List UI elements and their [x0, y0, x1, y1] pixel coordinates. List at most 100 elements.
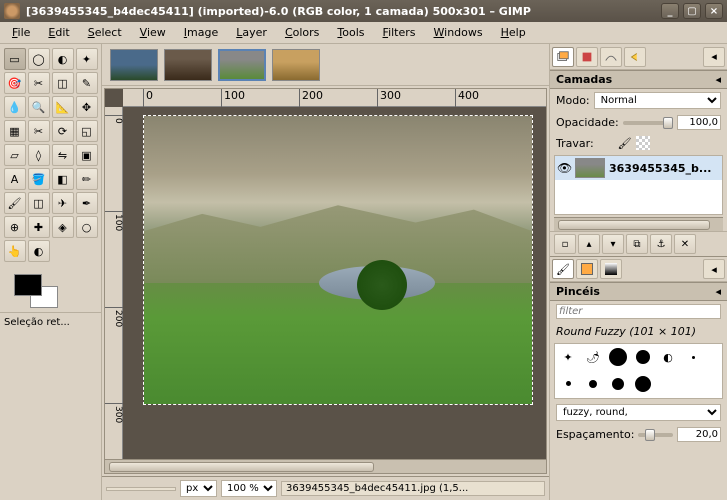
tool-ink[interactable]: ✒: [76, 192, 98, 214]
lower-layer-button[interactable]: ▾: [602, 234, 624, 254]
tab-paths-icon[interactable]: [600, 47, 622, 67]
menu-file[interactable]: File: [4, 24, 38, 41]
tool-cage[interactable]: ▣: [76, 144, 98, 166]
brush-small[interactable]: [557, 373, 579, 395]
tool-color-picker[interactable]: 💧: [4, 96, 26, 118]
brush-big[interactable]: [607, 373, 629, 395]
layer-row[interactable]: 👁 3639455345_b...: [555, 156, 722, 180]
anchor-layer-button[interactable]: ⚓: [650, 234, 672, 254]
lock-pixels-icon[interactable]: 🖌: [618, 137, 632, 150]
panel-menu-icon[interactable]: ◂: [703, 47, 725, 67]
menu-colors[interactable]: Colors: [277, 24, 327, 41]
foreground-color[interactable]: [14, 274, 42, 296]
tool-eraser[interactable]: ◫: [28, 192, 50, 214]
opacity-value[interactable]: [677, 115, 721, 130]
brush-pepper[interactable]: 🌶: [582, 346, 604, 368]
tool-heal[interactable]: ✚: [28, 216, 50, 238]
new-layer-button[interactable]: ▫: [554, 234, 576, 254]
thumb-1[interactable]: [110, 49, 158, 81]
layer-scroll[interactable]: [554, 217, 723, 231]
tool-measure[interactable]: 📐: [52, 96, 74, 118]
tool-blend[interactable]: ◧: [52, 168, 74, 190]
tool-shear[interactable]: ▱: [4, 144, 26, 166]
menu-layer[interactable]: Layer: [228, 24, 275, 41]
tool-text[interactable]: A: [4, 168, 26, 190]
visibility-icon[interactable]: 👁: [557, 161, 571, 175]
tool-align[interactable]: ▦: [4, 120, 26, 142]
tool-clone[interactable]: ⊕: [4, 216, 26, 238]
scrollbar-h[interactable]: [105, 459, 546, 473]
layer-name[interactable]: 3639455345_b...: [609, 162, 711, 175]
brush-panel-menu-icon[interactable]: ◂: [703, 259, 725, 279]
tab-gradients-icon[interactable]: [600, 259, 622, 279]
close-button[interactable]: ×: [705, 3, 723, 19]
menu-view[interactable]: View: [132, 24, 174, 41]
menu-windows[interactable]: Windows: [426, 24, 491, 41]
delete-layer-button[interactable]: ✕: [674, 234, 696, 254]
menu-edit[interactable]: Edit: [40, 24, 77, 41]
brush-soft-large[interactable]: [607, 346, 629, 368]
menu-filters[interactable]: Filters: [375, 24, 424, 41]
brush-huge[interactable]: [632, 373, 654, 395]
tab-patterns-icon[interactable]: [576, 259, 598, 279]
maximize-button[interactable]: ▢: [683, 3, 701, 19]
brush-star[interactable]: ✦: [557, 346, 579, 368]
tool-rect-select[interactable]: ▭: [4, 48, 26, 70]
thumb-2[interactable]: [164, 49, 212, 81]
thumb-3[interactable]: [218, 49, 266, 81]
layers-collapse-icon[interactable]: ◂: [715, 73, 721, 86]
tool-airbrush[interactable]: ✈: [52, 192, 74, 214]
color-swatch[interactable]: [14, 274, 58, 308]
unit-select[interactable]: px: [180, 480, 217, 497]
zoom-select[interactable]: 100 %: [221, 480, 277, 497]
tool-perspective-clone[interactable]: ◈: [52, 216, 74, 238]
tool-move[interactable]: ✥: [76, 96, 98, 118]
tool-smudge[interactable]: 👆: [4, 240, 26, 262]
brush-grid[interactable]: ✦🌶 ◐: [554, 343, 723, 399]
brush-blur[interactable]: ◐: [657, 346, 679, 368]
image-content[interactable]: [143, 115, 533, 405]
layer-list[interactable]: 👁 3639455345_b...: [554, 155, 723, 215]
tab-undo-icon[interactable]: [624, 47, 646, 67]
tool-fg-select[interactable]: ◫: [52, 72, 74, 94]
tool-paintbrush[interactable]: 🖌: [4, 192, 26, 214]
minimize-button[interactable]: _: [661, 3, 679, 19]
tool-blur[interactable]: ○: [76, 216, 98, 238]
ruler-vertical[interactable]: 0100200300: [105, 107, 123, 459]
tool-scale[interactable]: ◱: [76, 120, 98, 142]
tool-rotate[interactable]: ⟳: [52, 120, 74, 142]
brushes-collapse-icon[interactable]: ◂: [715, 285, 721, 298]
tool-paths[interactable]: ✎: [76, 72, 98, 94]
tool-crop[interactable]: ✂: [28, 120, 50, 142]
tool-dodge[interactable]: ◐: [28, 240, 50, 262]
duplicate-layer-button[interactable]: ⧉: [626, 234, 648, 254]
tool-perspective[interactable]: ◊: [28, 144, 50, 166]
tool-bucket[interactable]: 🪣: [28, 168, 50, 190]
menu-help[interactable]: Help: [493, 24, 534, 41]
brush-hard[interactable]: [632, 346, 654, 368]
menu-tools[interactable]: Tools: [329, 24, 372, 41]
opacity-slider[interactable]: [623, 121, 673, 125]
brush-med[interactable]: [582, 373, 604, 395]
tool-ellipse-select[interactable]: ◯: [28, 48, 50, 70]
brush-preset-select[interactable]: fuzzy, round,: [556, 404, 721, 421]
tool-zoom[interactable]: 🔍: [28, 96, 50, 118]
brush-filter-input[interactable]: [556, 304, 721, 319]
menu-image[interactable]: Image: [176, 24, 226, 41]
tab-layers-icon[interactable]: [552, 47, 574, 67]
tool-scissors[interactable]: ✂: [28, 72, 50, 94]
tool-by-color-select[interactable]: 🎯: [4, 72, 26, 94]
thumb-4[interactable]: [272, 49, 320, 81]
raise-layer-button[interactable]: ▴: [578, 234, 600, 254]
brush-tiny[interactable]: [682, 346, 704, 368]
tool-fuzzy-select[interactable]: ✦: [76, 48, 98, 70]
ruler-horizontal[interactable]: 0100200300400: [123, 89, 546, 107]
menu-select[interactable]: Select: [80, 24, 130, 41]
mode-select[interactable]: Normal: [594, 92, 721, 109]
tab-brushes-icon[interactable]: 🖌: [552, 259, 574, 279]
tool-flip[interactable]: ⇋: [52, 144, 74, 166]
spacing-slider[interactable]: [638, 433, 673, 437]
tool-free-select[interactable]: ◐: [52, 48, 74, 70]
spacing-value[interactable]: [677, 427, 721, 442]
tool-pencil[interactable]: ✏: [76, 168, 98, 190]
